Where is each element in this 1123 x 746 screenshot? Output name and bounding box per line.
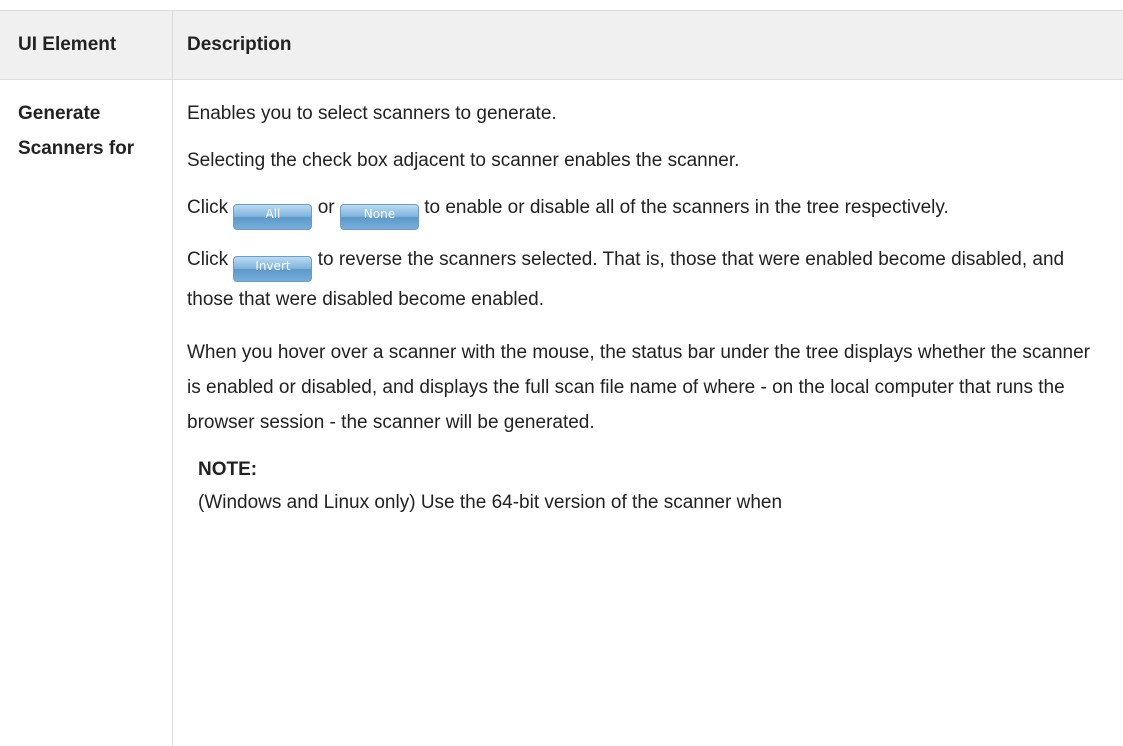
click-text: Click bbox=[187, 249, 229, 270]
invert-description-text: to reverse the scanners selected. That i… bbox=[187, 249, 1065, 310]
none-button[interactable]: None bbox=[339, 204, 419, 230]
all-button[interactable]: All bbox=[233, 204, 313, 230]
or-text: or bbox=[317, 197, 335, 218]
column-divider bbox=[172, 10, 173, 746]
click-text: Click bbox=[187, 197, 229, 218]
desc-paragraph-5: When you hover over a scanner with the m… bbox=[187, 342, 1091, 433]
note-label: NOTE: bbox=[198, 459, 258, 480]
header-ui-element: UI Element bbox=[18, 34, 117, 55]
note-text: (Windows and Linux only) Use the 64-bit … bbox=[198, 492, 783, 513]
header-description: Description bbox=[187, 34, 292, 55]
invert-button[interactable]: Invert bbox=[233, 256, 313, 282]
description-cell: Enables you to select scanners to genera… bbox=[187, 96, 1107, 519]
desc-paragraph-4: Click Invert to reverse the scanners sel… bbox=[187, 242, 1107, 317]
desc-paragraph-1: Enables you to select scanners to genera… bbox=[187, 103, 557, 124]
desc-paragraph-3: Click All or None to enable or disable a… bbox=[187, 190, 1107, 230]
enable-disable-text: to enable or disable all of the scanners… bbox=[424, 197, 949, 218]
ui-element-table: UI Element Description Generate Scanners… bbox=[0, 0, 1123, 746]
note-block: NOTE: (Windows and Linux only) Use the 6… bbox=[198, 452, 1107, 519]
table-header-row: UI Element Description bbox=[0, 10, 1123, 80]
element-name-cell: Generate Scanners for bbox=[18, 103, 135, 159]
desc-paragraph-2: Selecting the check box adjacent to scan… bbox=[187, 150, 740, 171]
